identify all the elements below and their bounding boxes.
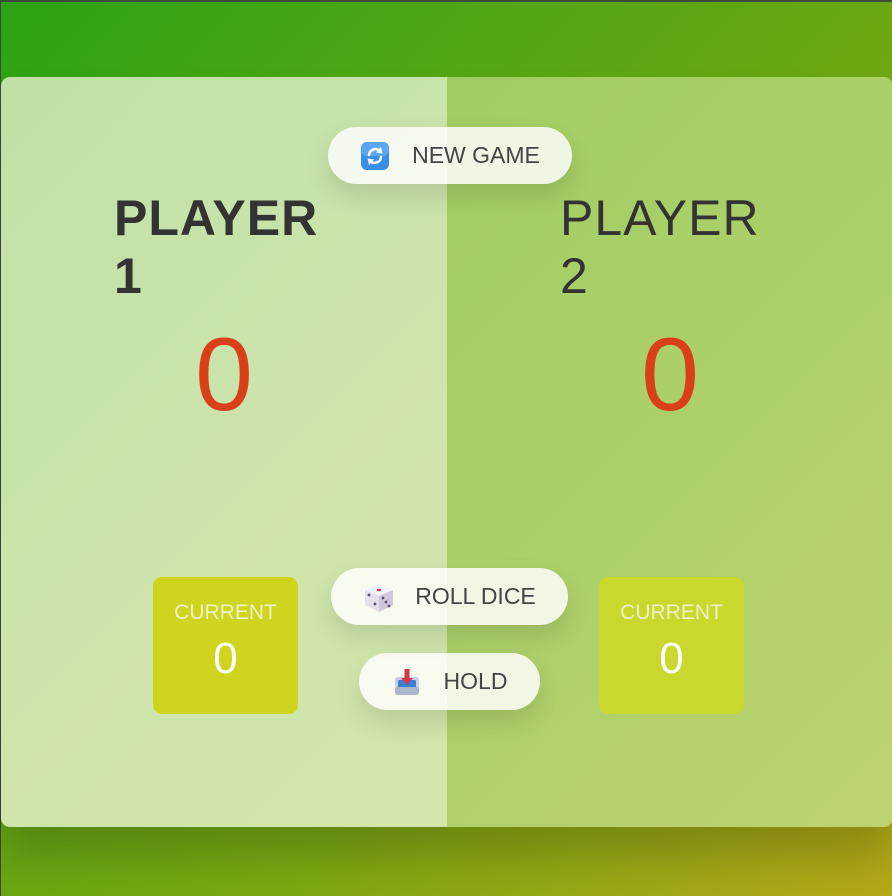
player-1-name: Player 1: [114, 189, 344, 305]
player-2-current-box: Current 0: [599, 577, 744, 714]
player-2-name-number: 2: [560, 248, 589, 304]
player-2-current-score: 0: [659, 634, 684, 683]
player-1-current-label: Current: [174, 601, 277, 624]
inbox-tray-icon: [392, 667, 422, 697]
roll-dice-label: Roll dice: [415, 583, 536, 609]
dice-icon: [363, 582, 394, 612]
new-game-button[interactable]: New game: [328, 127, 572, 184]
refresh-icon: [360, 141, 390, 171]
player-2-name-label: Player: [560, 190, 760, 246]
player-1-panel: Player 1 0 Current 0: [1, 77, 447, 827]
player-2-name: Player 2: [560, 189, 790, 305]
roll-dice-button[interactable]: Roll dice: [331, 568, 568, 625]
player-1-name-label: Player: [114, 190, 319, 246]
player-2-panel: Player 2 0 Current 0: [447, 77, 892, 827]
new-game-label: New game: [412, 142, 540, 168]
player-2-score: 0: [641, 317, 699, 433]
player-1-name-number: 1: [114, 248, 143, 304]
game-board: Player 1 0 Current 0 Player 2 0 Current …: [1, 77, 892, 827]
player-2-current-label: Current: [620, 601, 723, 624]
hold-label: Hold: [443, 668, 508, 694]
player-1-current-box: Current 0: [153, 577, 298, 714]
player-1-score: 0: [195, 317, 253, 433]
hold-button[interactable]: Hold: [359, 653, 540, 710]
player-1-current-score: 0: [213, 634, 238, 683]
